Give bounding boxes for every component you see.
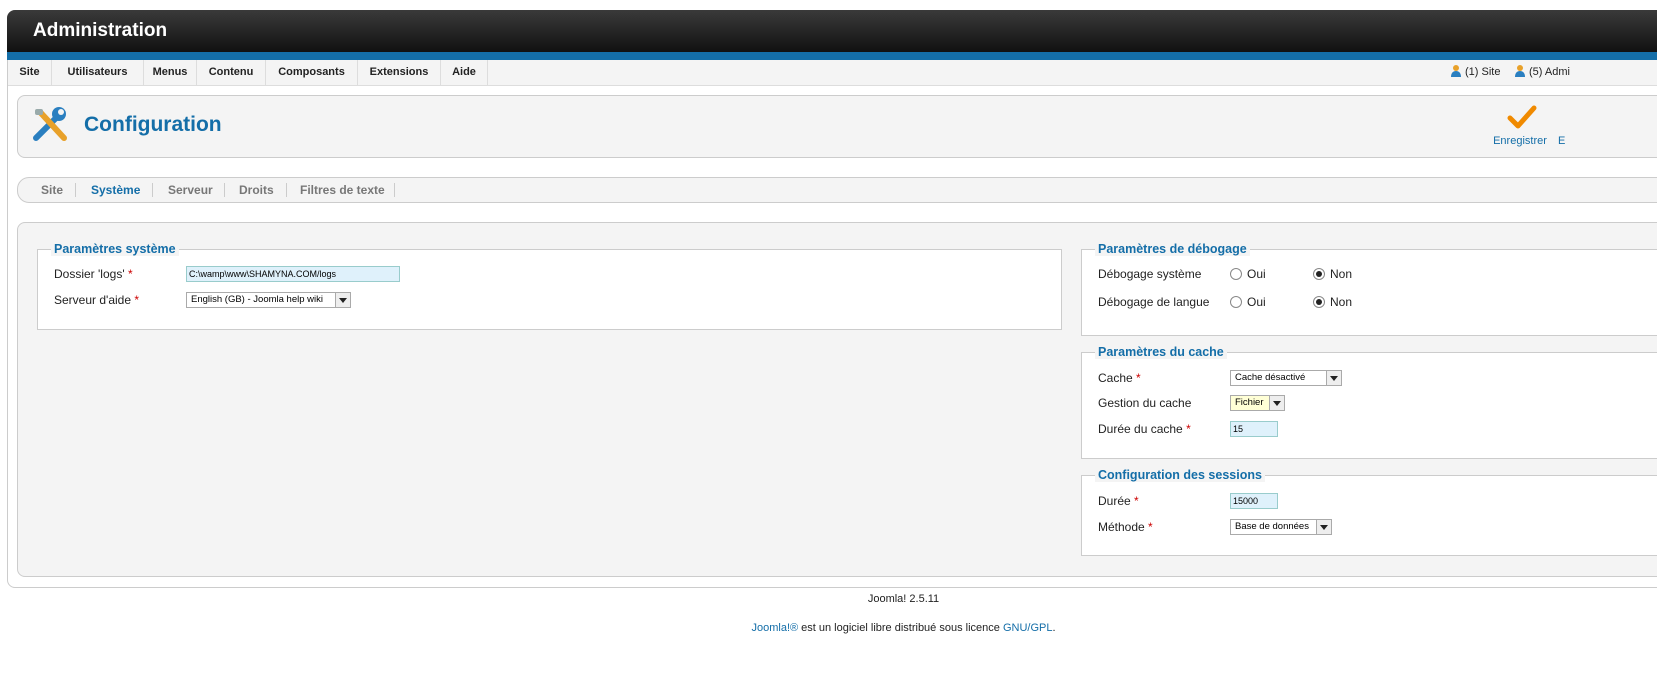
gpl-link[interactable]: GNU/GPL <box>1003 622 1053 634</box>
system-debug-no-radio[interactable] <box>1313 268 1325 280</box>
cache-handler-select[interactable]: Fichier <box>1230 395 1285 411</box>
status-admin-label: (5) Admi <box>1529 66 1570 78</box>
session-lifetime-input[interactable] <box>1230 493 1278 509</box>
tab-site[interactable]: Site <box>41 178 63 202</box>
language-debug-yes-label: Oui <box>1247 295 1266 309</box>
tab-divider <box>394 183 395 197</box>
checkmark-icon <box>1507 105 1537 129</box>
status-site-label: (1) Site <box>1465 66 1501 78</box>
language-debug-yes-radio[interactable] <box>1230 296 1242 308</box>
joomla-link[interactable]: Joomla!® <box>751 622 798 634</box>
header-stripe <box>7 52 1657 60</box>
save-button-label: Enregistrer <box>1493 135 1547 147</box>
system-debug-yes-label: Oui <box>1247 267 1266 281</box>
footer-license: Joomla!® est un logiciel libre distribué… <box>0 622 1657 634</box>
cache-handler-value: Fichier <box>1235 397 1264 408</box>
menu-extensions[interactable]: Extensions <box>358 60 441 85</box>
help-server-label: Serveur d'aide * <box>54 293 140 307</box>
main-menu: Site Utilisateurs Menus Contenu Composan… <box>8 60 1657 86</box>
header-title: Administration <box>33 20 168 41</box>
tab-text-filters[interactable]: Filtres de texte <box>300 178 385 202</box>
tab-system[interactable]: Système <box>91 178 140 202</box>
help-server-select[interactable]: English (GB) - Joomla help wiki <box>186 292 351 308</box>
language-debug-no-radio[interactable] <box>1313 296 1325 308</box>
page-title: Configuration <box>84 113 222 136</box>
debug-settings-legend: Paramètres de débogage <box>1095 242 1250 256</box>
cache-time-label: Durée du cache * <box>1098 422 1191 436</box>
session-settings-fieldset <box>1081 475 1657 556</box>
chevron-down-icon[interactable] <box>1269 396 1284 410</box>
status-admin[interactable]: (5) Admi <box>1512 60 1570 85</box>
language-debug-label: Débogage de langue <box>1098 295 1210 309</box>
footer-license-text: est un logiciel libre distribué sous lic… <box>798 622 1003 634</box>
cache-select[interactable]: Cache désactivé <box>1230 370 1342 386</box>
users-icon <box>1451 65 1461 77</box>
session-lifetime-label: Durée * <box>1098 494 1139 508</box>
session-handler-label: Méthode * <box>1098 520 1153 534</box>
menu-site[interactable]: Site <box>8 60 52 85</box>
session-settings-legend: Configuration des sessions <box>1095 468 1265 482</box>
tab-divider <box>75 183 76 197</box>
config-tabs: Site Système Serveur Droits Filtres de t… <box>17 177 1657 203</box>
cache-label: Cache * <box>1098 371 1141 385</box>
logs-folder-input[interactable] <box>186 266 400 282</box>
chevron-down-icon[interactable] <box>1316 520 1331 534</box>
help-server-value: English (GB) - Joomla help wiki <box>191 294 323 305</box>
session-handler-select[interactable]: Base de données <box>1230 519 1332 535</box>
menu-users[interactable]: Utilisateurs <box>52 60 144 85</box>
users-icon <box>1515 65 1525 77</box>
system-debug-no-label: Non <box>1330 267 1353 281</box>
save-button[interactable]: Enregistrer <box>1489 105 1551 151</box>
tab-permissions[interactable]: Droits <box>239 178 274 202</box>
system-debug-yes-radio[interactable] <box>1230 268 1242 280</box>
menu-menus[interactable]: Menus <box>144 60 197 85</box>
footer-version: Joomla! 2.5.11 <box>867 593 940 605</box>
menu-content[interactable]: Contenu <box>197 60 266 85</box>
language-debug-no-label: Non <box>1330 295 1353 309</box>
system-settings-fieldset <box>37 249 1062 330</box>
cache-value: Cache désactivé <box>1235 372 1306 383</box>
cache-time-input[interactable] <box>1230 421 1278 437</box>
status-site[interactable]: (1) Site <box>1448 60 1500 85</box>
tab-divider <box>286 183 287 197</box>
system-settings-legend: Paramètres système <box>51 242 179 256</box>
system-debug-label: Débogage système <box>1098 267 1202 281</box>
tab-divider <box>152 183 153 197</box>
footer-period: . <box>1052 622 1056 634</box>
debug-settings-fieldset <box>1081 249 1657 336</box>
toolbar-next-button[interactable]: E <box>1558 135 1565 147</box>
logs-folder-label: Dossier 'logs' * <box>54 267 133 281</box>
toolbar-box <box>17 95 1657 158</box>
menu-components[interactable]: Composants <box>266 60 358 85</box>
menu-help[interactable]: Aide <box>441 60 488 85</box>
tab-server[interactable]: Serveur <box>168 178 213 202</box>
chevron-down-icon[interactable] <box>1326 371 1341 385</box>
config-tools-icon <box>33 107 67 141</box>
cache-handler-label: Gestion du cache <box>1098 396 1192 410</box>
cache-settings-legend: Paramètres du cache <box>1095 345 1227 359</box>
admin-header: Administration <box>7 10 1657 52</box>
session-handler-value: Base de données <box>1235 521 1309 532</box>
chevron-down-icon[interactable] <box>335 293 350 307</box>
tab-divider <box>224 183 225 197</box>
